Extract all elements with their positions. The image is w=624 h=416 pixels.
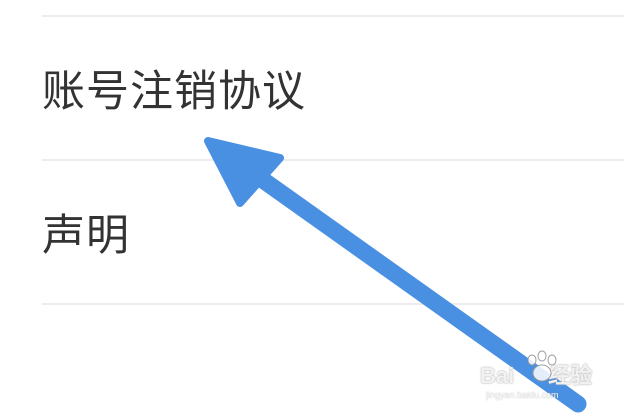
paw-logo-icon: [527, 350, 557, 382]
menu-item-label: 声明: [42, 211, 130, 261]
baidu-jingyan-watermark: Bai 经验 jingyan.baidu.com: [480, 350, 620, 410]
menu-item-statement[interactable]: 声明: [0, 161, 624, 303]
menu-item-label: 账号注销协议: [42, 67, 306, 117]
watermark-domain: jingyan.baidu.com: [486, 390, 559, 400]
divider-bottom: [42, 303, 624, 305]
menu-item-account-cancellation-agreement[interactable]: 账号注销协议: [0, 17, 624, 159]
